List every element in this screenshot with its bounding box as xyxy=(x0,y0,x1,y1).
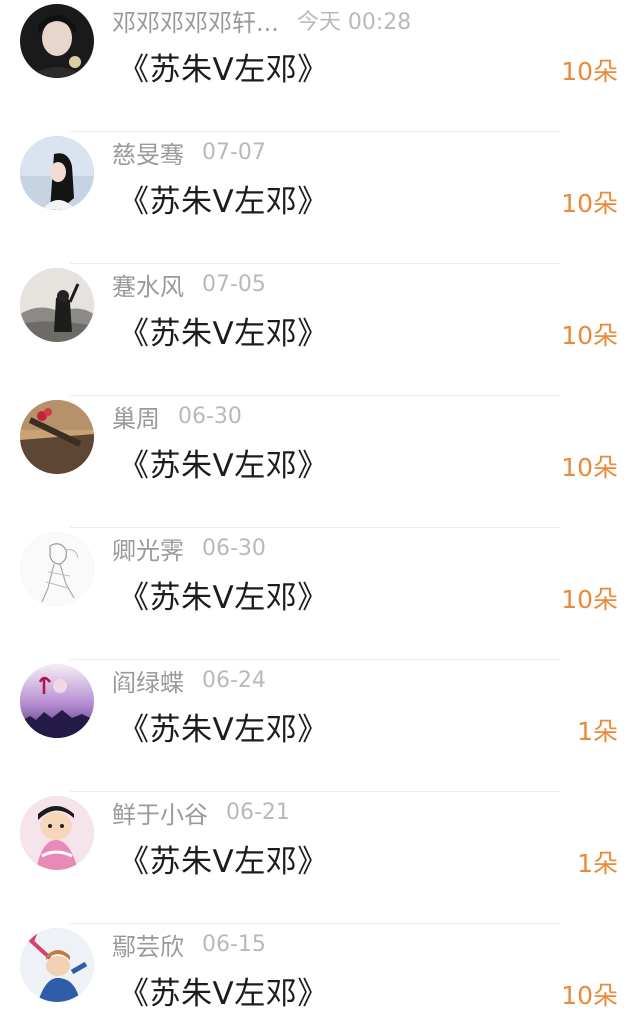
sent-date: 06-21 xyxy=(226,799,290,825)
work-title[interactable]: 《苏朱V左邓》 xyxy=(118,44,329,89)
sent-date: 06-30 xyxy=(178,403,242,429)
flower-count: 10朵 xyxy=(561,57,618,86)
list-item[interactable]: 慈旻骞 07-07 《苏朱V左邓》 10朵 xyxy=(0,132,640,264)
sent-date: 07-07 xyxy=(202,139,266,165)
list-item[interactable]: 巢周 06-30 《苏朱V左邓》 10朵 xyxy=(0,396,640,528)
work-title[interactable]: 《苏朱V左邓》 xyxy=(118,176,329,221)
list-item[interactable]: 蹇水风 07-05 《苏朱V左邓》 10朵 xyxy=(0,264,640,396)
work-title[interactable]: 《苏朱V左邓》 xyxy=(118,440,329,485)
flower-count: 10朵 xyxy=(561,321,618,350)
sender-name: 鄢芸欣 xyxy=(112,932,184,961)
avatar[interactable] xyxy=(20,928,94,1002)
sent-date: 06-24 xyxy=(202,667,266,693)
list-item[interactable]: 卿光霁 06-30 《苏朱V左邓》 10朵 xyxy=(0,528,640,660)
avatar[interactable] xyxy=(20,4,94,78)
sender-name: 卿光霁 xyxy=(112,536,184,565)
sent-date: 07-05 xyxy=(202,271,266,297)
flower-count: 1朵 xyxy=(577,717,618,746)
list-item[interactable]: 鲜于小谷 06-21 《苏朱V左邓》 1朵 xyxy=(0,792,640,924)
sent-date: 06-30 xyxy=(202,535,266,561)
sender-name: 巢周 xyxy=(112,404,160,433)
work-title[interactable]: 《苏朱V左邓》 xyxy=(118,968,329,1013)
sender-name: 阎绿蝶 xyxy=(112,668,184,697)
sender-name: 邓邓邓邓邓轩... xyxy=(112,8,279,37)
flower-count: 1朵 xyxy=(577,849,618,878)
gift-record-list: 邓邓邓邓邓轩... 今天 00:28 《苏朱V左邓》 10朵 慈旻骞 07-07… xyxy=(0,0,640,1029)
list-item[interactable]: 阎绿蝶 06-24 《苏朱V左邓》 1朵 xyxy=(0,660,640,792)
avatar[interactable] xyxy=(20,532,94,606)
work-title[interactable]: 《苏朱V左邓》 xyxy=(118,704,329,749)
sender-name: 慈旻骞 xyxy=(112,140,184,169)
work-title[interactable]: 《苏朱V左邓》 xyxy=(118,572,329,617)
flower-count: 10朵 xyxy=(561,189,618,218)
sender-name: 蹇水风 xyxy=(112,272,184,301)
list-item[interactable]: 鄢芸欣 06-15 《苏朱V左邓》 10朵 xyxy=(0,924,640,1029)
avatar[interactable] xyxy=(20,136,94,210)
avatar[interactable] xyxy=(20,400,94,474)
avatar[interactable] xyxy=(20,796,94,870)
avatar[interactable] xyxy=(20,664,94,738)
flower-count: 10朵 xyxy=(561,981,618,1010)
list-item[interactable]: 邓邓邓邓邓轩... 今天 00:28 《苏朱V左邓》 10朵 xyxy=(0,0,640,132)
sent-date: 06-15 xyxy=(202,931,266,957)
flower-count: 10朵 xyxy=(561,453,618,482)
work-title[interactable]: 《苏朱V左邓》 xyxy=(118,308,329,353)
flower-count: 10朵 xyxy=(561,585,618,614)
sender-name: 鲜于小谷 xyxy=(112,800,208,829)
work-title[interactable]: 《苏朱V左邓》 xyxy=(118,836,329,881)
avatar[interactable] xyxy=(20,268,94,342)
sent-date: 今天 00:28 xyxy=(296,10,412,35)
